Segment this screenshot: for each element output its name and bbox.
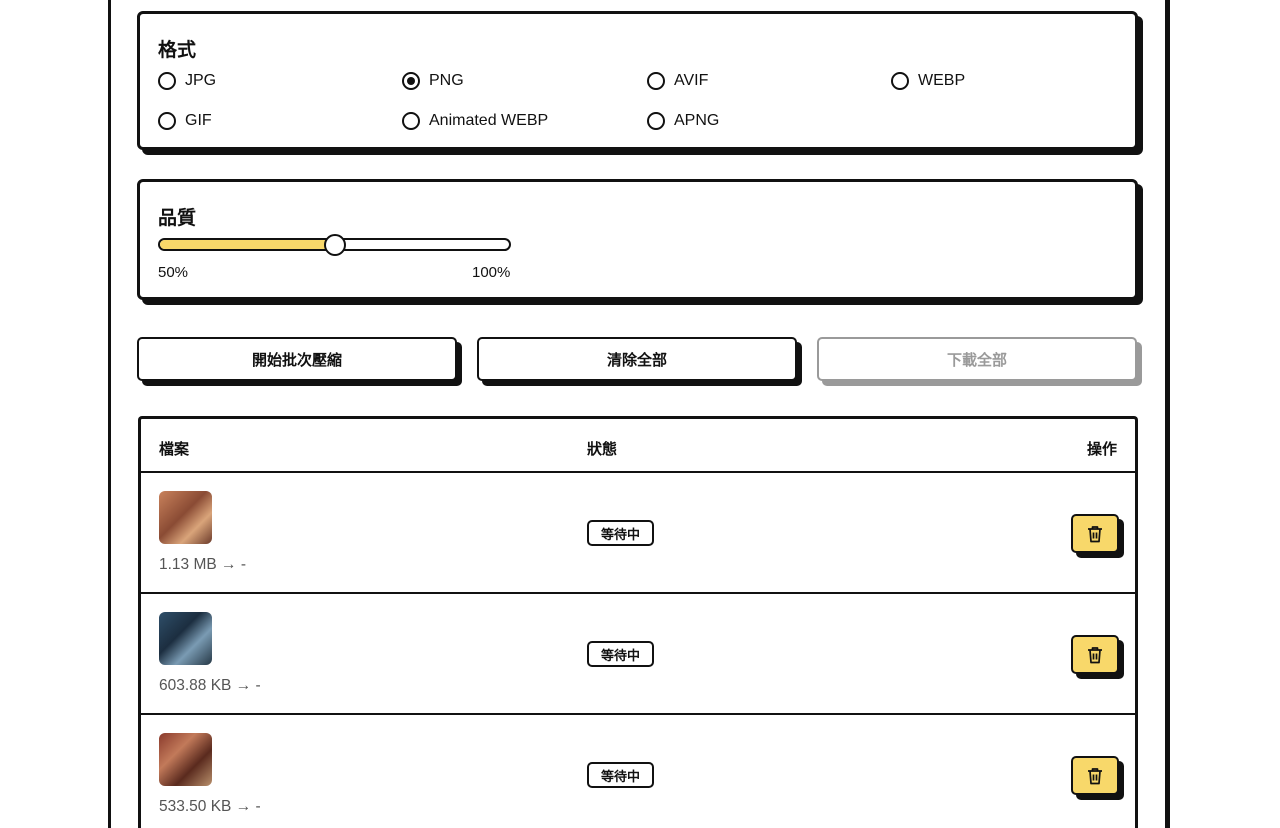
page-frame-left	[108, 0, 111, 828]
download-all-button: 下載全部	[817, 337, 1137, 381]
file-size: 1.13 MB → -	[159, 556, 246, 573]
quality-slider[interactable]	[158, 234, 511, 256]
radio-label: WEBP	[918, 72, 966, 89]
radio-label: AVIF	[674, 72, 709, 89]
radio-circle[interactable]	[891, 72, 909, 90]
clear-all-button[interactable]: 清除全部	[477, 337, 797, 381]
slider-max-label: 100%	[472, 264, 511, 281]
quality-card: 品質 50% 100%	[137, 179, 1138, 300]
file-table: 檔案 狀態 操作 1.13 MB → - 等待中 603.88 KB → - 等…	[138, 416, 1138, 828]
table-header: 檔案 狀態 操作	[141, 419, 1135, 473]
file-thumbnail	[159, 491, 212, 544]
radio-label: PNG	[429, 72, 464, 89]
radio-circle[interactable]	[647, 112, 665, 130]
radio-label: GIF	[185, 112, 212, 129]
radio-circle-checked[interactable]	[402, 72, 420, 90]
radio-apng[interactable]: APNG	[647, 112, 719, 130]
delete-button[interactable]	[1071, 514, 1119, 553]
delete-button[interactable]	[1071, 635, 1119, 674]
radio-animated-webp[interactable]: Animated WEBP	[402, 112, 548, 130]
header-ops: 操作	[1086, 440, 1117, 458]
radio-circle[interactable]	[647, 72, 665, 90]
file-size: 533.50 KB → -	[159, 798, 261, 815]
table-row: 533.50 KB → - 等待中	[141, 715, 1135, 828]
radio-label: APNG	[674, 112, 720, 129]
file-thumbnail	[159, 612, 212, 665]
radio-gif[interactable]: GIF	[158, 112, 212, 130]
radio-jpg[interactable]: JPG	[158, 72, 216, 90]
quality-title: 品質	[158, 207, 197, 229]
page-frame-right	[1165, 0, 1170, 828]
file-thumbnail	[159, 733, 212, 786]
slider-fill	[160, 240, 335, 249]
radio-avif[interactable]: AVIF	[647, 72, 708, 90]
header-file: 檔案	[159, 440, 190, 458]
radio-circle[interactable]	[158, 112, 176, 130]
delete-button[interactable]	[1071, 756, 1119, 795]
trash-icon	[1088, 767, 1102, 784]
radio-circle[interactable]	[158, 72, 176, 90]
radio-label: Animated WEBP	[429, 112, 549, 129]
status-badge: 等待中	[587, 762, 655, 788]
trash-icon	[1088, 525, 1102, 542]
format-title: 格式	[158, 39, 197, 61]
radio-webp[interactable]: WEBP	[891, 72, 965, 90]
slider-min-label: 50%	[158, 264, 189, 281]
slider-thumb[interactable]	[323, 234, 346, 256]
trash-icon	[1088, 646, 1102, 663]
status-badge: 等待中	[587, 641, 655, 667]
table-row: 1.13 MB → - 等待中	[141, 473, 1135, 594]
format-card: 格式 JPG PNG AVIF WEBP GIF Animated WEBP A…	[137, 11, 1138, 150]
file-size: 603.88 KB → -	[159, 677, 261, 694]
radio-png[interactable]: PNG	[402, 72, 464, 90]
radio-label: JPG	[185, 72, 217, 89]
header-status: 狀態	[587, 440, 618, 458]
table-row: 603.88 KB → - 等待中	[141, 594, 1135, 715]
status-badge: 等待中	[587, 520, 655, 546]
radio-circle[interactable]	[402, 112, 420, 130]
start-batch-button[interactable]: 開始批次壓縮	[137, 337, 457, 381]
